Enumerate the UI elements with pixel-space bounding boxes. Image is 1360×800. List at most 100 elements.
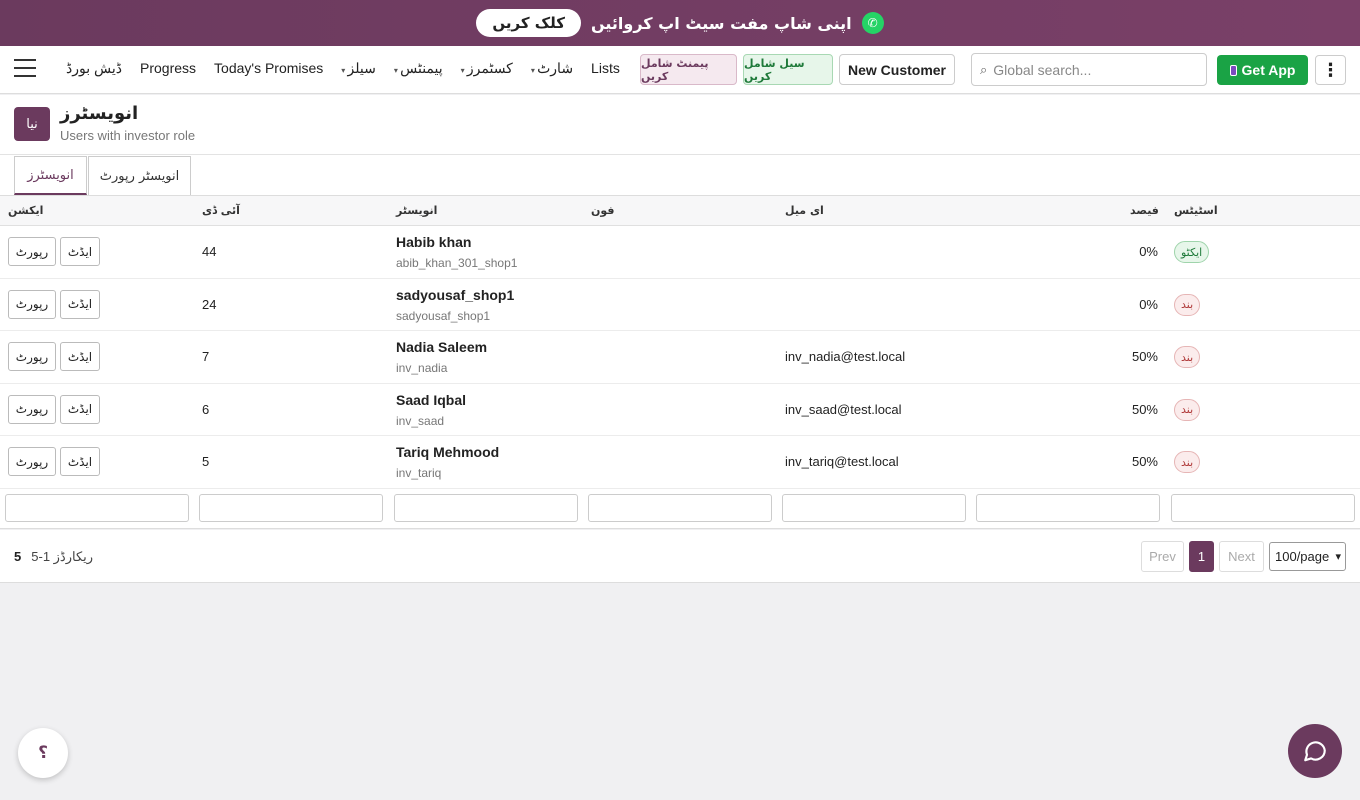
search-placeholder: Global search... <box>993 61 1092 78</box>
table-row: رپورٹ ایڈٹ 44 Habib khan abib_khan_301_s… <box>0 226 1360 279</box>
nav-payments[interactable]: پیمنٹس <box>394 60 443 77</box>
cell-investor-name: Nadia Saleem <box>396 339 488 355</box>
record-range: ریکارڈز 1-5 <box>31 549 94 564</box>
tab-investors[interactable]: انویسٹرز <box>14 156 87 195</box>
cell-id: 5 <box>202 454 210 469</box>
search-icon: ⌕ <box>980 61 988 77</box>
edit-button[interactable]: ایڈٹ <box>60 394 100 424</box>
table-row: رپورٹ ایڈٹ 24 sadyousaf_shop1 sadyousaf_… <box>0 279 1360 331</box>
cell-percent: 0% <box>1139 244 1158 259</box>
more-options-icon[interactable]: ⋮ <box>1315 55 1346 85</box>
header-phone: فون <box>591 204 615 217</box>
whatsapp-icon: ✆ <box>861 12 884 34</box>
banner-text: اپنی شاپ مفت سیٹ اپ کروائیں <box>590 13 852 33</box>
tab-bar: انویسٹرز انویسٹر رپورٹ <box>0 155 1360 196</box>
cell-investor-name: Tariq Mehmood <box>396 444 500 460</box>
cell-investor-username: abib_khan_301_shop1 <box>396 256 518 270</box>
page-1-button[interactable]: 1 <box>1189 541 1214 572</box>
filter-action-input[interactable] <box>5 493 189 522</box>
nav-progress[interactable]: Progress <box>140 60 196 77</box>
new-investor-button[interactable]: نیا <box>14 107 50 141</box>
report-button[interactable]: رپورٹ <box>8 237 56 266</box>
cell-email: inv_saad@test.local <box>785 401 902 417</box>
cell-investor-username: sadyousaf_shop1 <box>396 308 491 323</box>
edit-button[interactable]: ایڈٹ <box>60 237 100 266</box>
global-search-input[interactable]: ⌕ Global search... <box>971 53 1207 86</box>
filter-id-input[interactable] <box>199 493 383 522</box>
cell-id: 7 <box>202 349 210 364</box>
get-app-label: Get App <box>1241 62 1296 78</box>
cell-id: 6 <box>202 401 210 417</box>
investors-table: ایکشن آئی ڈی انویسٹر فون ای میل فیصد اسٹ… <box>0 196 1360 529</box>
cell-investor-username: inv_saad <box>396 413 445 428</box>
cell-email: inv_tariq@test.local <box>785 454 899 469</box>
cell-percent: 50% <box>1131 454 1158 469</box>
next-page-button[interactable]: Next <box>1219 541 1264 572</box>
header-email: ای میل <box>785 204 824 217</box>
status-badge: ایکٹو <box>1174 241 1210 263</box>
table-row: رپورٹ ایڈٹ 7 Nadia Saleem inv_nadia inv_… <box>0 331 1360 384</box>
report-button[interactable]: رپورٹ <box>8 447 56 476</box>
filter-row <box>0 489 1360 529</box>
help-button[interactable]: ؟ <box>18 728 68 778</box>
new-customer-button[interactable]: New Customer <box>839 54 955 85</box>
prev-page-button[interactable]: Prev <box>1141 541 1184 572</box>
nav-customers[interactable]: کسٹمرز <box>461 60 513 77</box>
filter-phone-input[interactable] <box>588 493 772 522</box>
status-badge: بند <box>1174 451 1201 473</box>
report-button[interactable]: رپورٹ <box>8 342 56 371</box>
cell-percent: 50% <box>1131 349 1158 364</box>
cell-percent: 50% <box>1131 401 1158 417</box>
cell-investor-username: inv_nadia <box>396 361 448 375</box>
header-status: اسٹیٹس <box>1174 204 1218 217</box>
report-button[interactable]: رپورٹ <box>8 394 56 424</box>
header-percent: فیصد <box>1130 204 1159 217</box>
edit-button[interactable]: ایڈٹ <box>60 289 100 319</box>
cell-investor-name: Saad Iqbal <box>396 391 467 408</box>
cell-id: 44 <box>202 244 217 259</box>
filter-status-input[interactable] <box>1171 493 1355 522</box>
nav-dashboard[interactable]: ڈیش بورڈ <box>66 60 122 77</box>
cell-investor-username: inv_tariq <box>396 466 442 480</box>
status-badge: بند <box>1174 293 1201 316</box>
header-investor: انویسٹر <box>396 204 438 217</box>
cell-id: 24 <box>202 296 217 312</box>
page-size-select[interactable]: 100/page <box>1269 542 1346 571</box>
cell-investor-name: sadyousaf_shop1 <box>396 286 515 303</box>
top-nav: ڈیش بورڈ Progress Today's Promises سیلز … <box>0 46 1360 94</box>
add-sale-button[interactable]: سیل شامل کریں <box>743 54 833 85</box>
chat-bubble-icon <box>1304 741 1326 762</box>
pagination-bar: 5 ریکارڈز 1-5 Prev 1 Next 100/page <box>0 530 1360 583</box>
filter-investor-input[interactable] <box>394 493 578 522</box>
get-app-button[interactable]: Get App <box>1217 55 1308 85</box>
page-subtitle: Users with investor role <box>60 128 196 143</box>
edit-button[interactable]: ایڈٹ <box>60 342 100 371</box>
record-count: 5 ریکارڈز 1-5 <box>14 549 93 565</box>
filter-percent-input[interactable] <box>976 493 1160 522</box>
cell-email: inv_nadia@test.local <box>785 349 906 364</box>
header-action: ایکشن <box>8 204 44 217</box>
record-total: 5 <box>14 549 22 564</box>
table-header: ایکشن آئی ڈی انویسٹر فون ای میل فیصد اسٹ… <box>0 196 1360 226</box>
phone-icon <box>1229 64 1237 76</box>
banner-click-button[interactable]: کلک کریں <box>476 9 581 37</box>
status-badge: بند <box>1174 346 1201 368</box>
status-badge: بند <box>1174 398 1201 421</box>
promo-banner: ✆ اپنی شاپ مفت سیٹ اپ کروائیں کلک کریں <box>0 0 1360 46</box>
menu-icon[interactable] <box>14 59 36 79</box>
table-row: رپورٹ ایڈٹ 5 Tariq Mehmood inv_tariq inv… <box>0 436 1360 489</box>
nav-lists[interactable]: Lists <box>591 60 620 77</box>
nav-shortcuts[interactable]: شارٹ <box>531 60 573 77</box>
chat-button[interactable] <box>1288 724 1342 778</box>
edit-button[interactable]: ایڈٹ <box>60 447 100 476</box>
header-id: آئی ڈی <box>202 204 240 217</box>
add-payment-button[interactable]: پیمنٹ شامل کریں <box>640 54 737 85</box>
filter-email-input[interactable] <box>782 493 966 522</box>
tab-investor-report[interactable]: انویسٹر رپورٹ <box>88 156 191 195</box>
report-button[interactable]: رپورٹ <box>8 289 56 319</box>
nav-todays-promises[interactable]: Today's Promises <box>214 60 323 77</box>
nav-sales[interactable]: سیلز <box>341 60 376 77</box>
table-row: رپورٹ ایڈٹ 6 Saad Iqbal inv_saad inv_saa… <box>0 384 1360 436</box>
nav-links: ڈیش بورڈ Progress Today's Promises سیلز … <box>66 60 620 77</box>
page-title: انویسٹرز <box>60 103 139 124</box>
